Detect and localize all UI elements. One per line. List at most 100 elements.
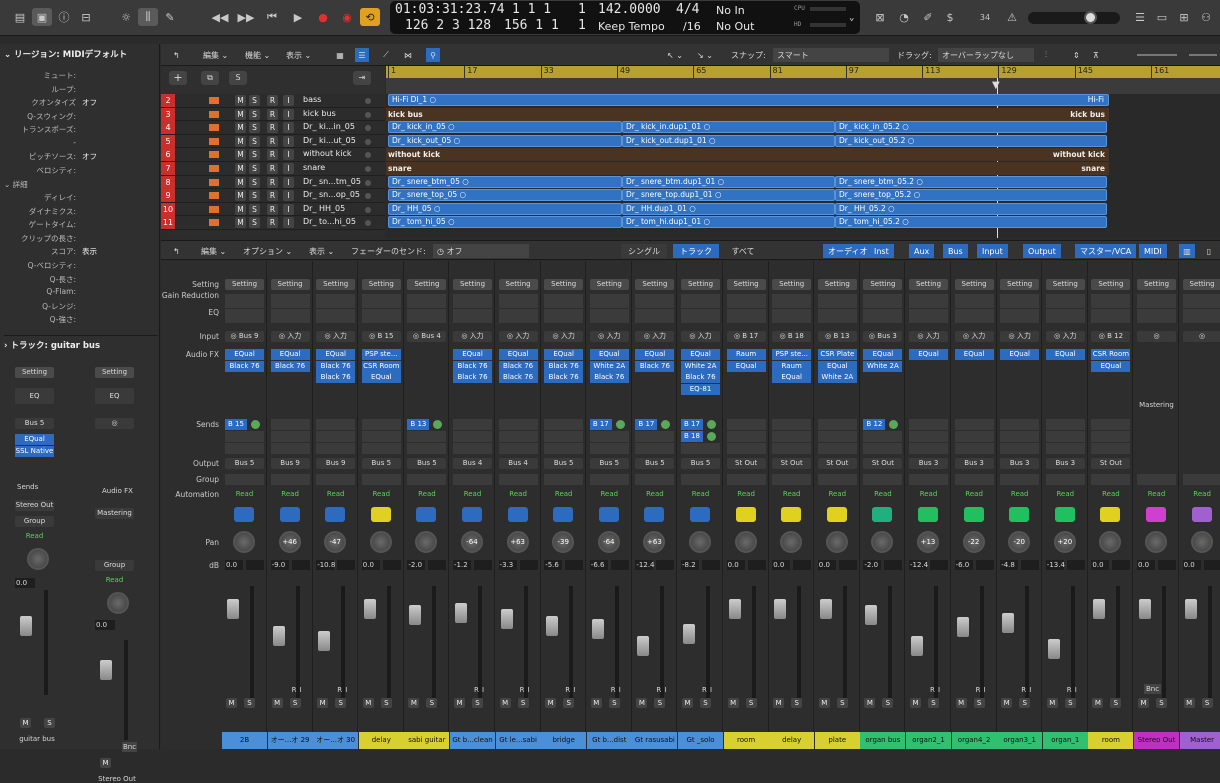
fader-cap[interactable] [911,636,923,656]
eq-display[interactable] [1045,309,1085,323]
library-icon[interactable]: ▤ [10,8,30,26]
eq-display[interactable] [1137,309,1176,323]
output-slot[interactable]: St Out [863,458,903,469]
output-slot[interactable]: St Out [772,458,812,469]
eq-display[interactable] [589,309,629,323]
input-monitor-button[interactable]: I [283,217,294,229]
plugin-slot[interactable]: Raum [726,349,766,360]
setting-button[interactable]: Setting [726,279,766,290]
solo-button[interactable]: S [249,149,260,161]
pan-knob[interactable] [689,531,711,553]
output-slot[interactable]: Bus 4 [453,458,492,469]
mute-button[interactable]: M [864,698,876,708]
send-slot[interactable] [726,431,766,442]
input-slot[interactable]: ◎ 入力 [909,331,948,342]
audio-region[interactable]: Dr_ snere_top_05.2 ○ [835,189,1107,202]
group-slot[interactable]: Group [15,516,54,527]
mixer-view-menu[interactable]: 表示 ⌄ [309,244,334,258]
fader-cap[interactable] [1184,599,1197,619]
channel-icon[interactable] [918,507,938,522]
mute-button[interactable]: M [362,698,374,708]
audio-region[interactable]: Dr_ kick_in_05 ○ [388,121,622,134]
plugin-slot[interactable]: Black 76 [453,372,492,383]
audio-region[interactable]: Dr_ kick_out_05 ○ [388,134,622,147]
mute-button[interactable]: M [910,698,921,708]
solo-button[interactable]: S [249,108,260,120]
send-slot[interactable] [772,419,812,430]
fader-cap[interactable] [272,626,285,646]
setting-button[interactable]: Setting [863,279,903,290]
channel-icon[interactable] [507,507,528,522]
plugin-slot[interactable]: EQual [361,372,401,383]
input-monitor-button[interactable]: I [283,149,294,161]
group-slot[interactable]: Group [95,560,134,571]
group-slot[interactable] [772,474,812,485]
send-slot[interactable] [498,419,538,430]
plugin-slot[interactable]: Black 76 [681,372,720,383]
audio-region[interactable]: Dr_ tom_hi_05 ○ [388,216,622,229]
setting-button[interactable]: Setting [15,367,54,378]
mute-button[interactable]: M [1183,698,1195,708]
input-slot[interactable]: ◎ B 15 [361,331,401,342]
send-slot[interactable] [863,443,903,454]
playhead-icon[interactable]: ▼ [992,80,1000,91]
record-enable-button[interactable]: R [267,176,278,188]
volume-fader[interactable] [591,599,604,699]
group-slot[interactable] [681,474,720,485]
solo-button[interactable]: S [426,698,438,708]
fader-cap[interactable] [455,603,467,623]
group-slot[interactable] [544,474,584,485]
inspector-param[interactable]: Q-スウィング: [0,111,158,124]
mute-button[interactable]: M [235,190,246,202]
audio-region[interactable]: Dr_ snere_btm_05 ○ [388,175,622,188]
send-slot[interactable]: B 13 [407,419,430,430]
setting-button[interactable]: Setting [453,279,492,290]
filter-button[interactable]: マスター/VCA [1075,244,1137,258]
mixer-back-icon[interactable]: ↰ [173,244,180,258]
eq-display[interactable] [954,309,994,323]
send-slot[interactable] [909,419,948,430]
track-header[interactable]: 6 M S R Iwithout kick [161,148,385,162]
audio-region[interactable]: Dr_ snere_top.dup1_01 ○ [622,189,835,202]
record-enable-button[interactable]: R [267,163,278,174]
mute-button[interactable]: M [1001,698,1013,708]
vertical-zoom-slider[interactable] [1137,54,1177,56]
automation-mode[interactable]: Read [1183,489,1220,500]
pan-knob[interactable]: +46 [278,531,301,553]
automation-mode[interactable]: Read [316,489,355,500]
mute-button[interactable]: M [235,95,246,106]
pan-knob[interactable] [1099,531,1122,553]
output-slot[interactable]: Bus 5 [361,458,401,469]
audio-region[interactable]: Dr_ kick_in_05.2 ○ [835,121,1107,134]
output-slot[interactable]: Bus 5 [681,458,720,469]
forward-icon[interactable]: ▶▶ [236,8,256,26]
send-slot[interactable] [407,443,447,454]
pan-knob[interactable]: +63 [506,531,529,553]
mute-button[interactable]: M [499,698,511,708]
group-slot[interactable] [726,474,766,485]
pencil-tool-icon[interactable]: ↘ ⌄ [697,48,713,62]
eq-display[interactable] [909,309,948,323]
output-slot[interactable]: Bus 3 [1045,458,1085,469]
plugin-slot[interactable]: White 2A [681,360,720,372]
input-slot[interactable]: Bus 5 [15,418,54,429]
fader-cap[interactable] [409,605,422,625]
volume-fader[interactable] [546,599,559,699]
send-slot[interactable] [863,431,903,442]
audio-region[interactable]: Dr_ kick_out.dup1_01 ○ [622,134,835,147]
inspector-detail-param[interactable]: ゲートタイム: [0,219,158,232]
fader-cap[interactable] [227,599,239,619]
eq-display[interactable] [863,309,903,323]
output-slot[interactable]: Bus 4 [498,458,538,469]
inspector-detail-param[interactable]: Q-レンジ: [0,301,158,314]
track-header[interactable]: 10 M S R I Dr_ HH_05 [161,202,385,217]
setting-button[interactable]: Setting [225,279,264,290]
record-enable-button[interactable]: R [267,217,278,229]
plugin-slot[interactable]: Black 76 [316,360,356,372]
eq-display[interactable] [1091,309,1131,323]
group-slot[interactable] [635,474,675,485]
folder-region[interactable]: snare snare [386,162,1109,175]
send-slot[interactable] [270,431,310,442]
send-slot[interactable] [498,443,538,454]
plugin-slot[interactable]: Raum [772,360,812,372]
